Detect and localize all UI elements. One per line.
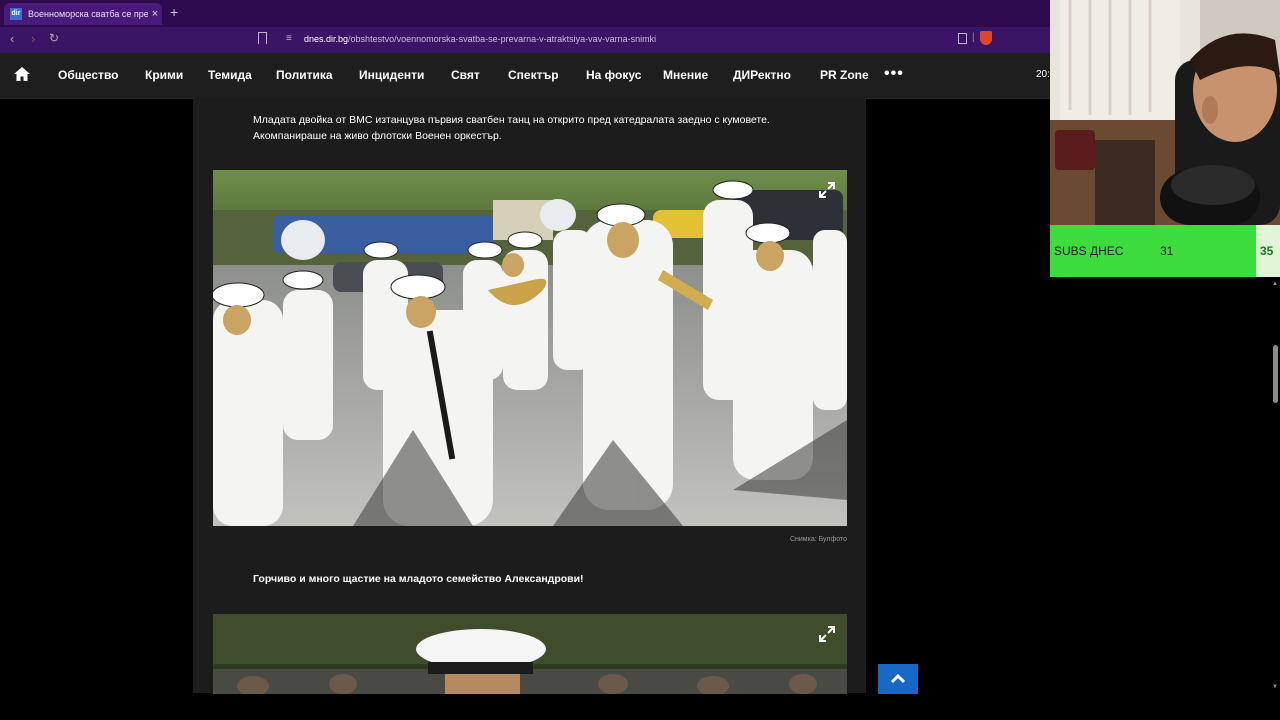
toolbar-divider: |: [972, 32, 975, 43]
site-favicon-icon: dir: [10, 8, 22, 20]
home-icon[interactable]: [13, 66, 31, 82]
subs-today-count: 31: [1160, 244, 1174, 258]
subs-counter-widget: SUBS ДНЕС 31 35: [1050, 225, 1280, 277]
tab-title: Военноморска сватба се прев...: [28, 9, 148, 19]
scroll-to-top-button[interactable]: [878, 664, 918, 694]
browser-nav-bar: ‹ › ↻ ≡ dnes.dir.bg/obshtestvo/voennomor…: [0, 27, 1050, 53]
menu-item-intsidenti[interactable]: Инциденти: [359, 68, 424, 82]
scroll-down-arrow-icon[interactable]: ▼: [1272, 684, 1278, 690]
menu-item-krimi[interactable]: Крими: [145, 68, 183, 82]
menu-item-direktno[interactable]: ДИРектно: [733, 68, 791, 82]
browser-tab-bar: dir Военноморска сватба се прев... × +: [0, 0, 1050, 27]
site-menu-bar: Общество Крими Темида Политика Инциденти…: [0, 53, 1050, 99]
new-tab-button[interactable]: +: [170, 4, 178, 20]
menu-item-temida[interactable]: Темида: [208, 68, 252, 82]
menu-item-mnenie[interactable]: Мнение: [663, 68, 708, 82]
webcam-feed: [1050, 0, 1280, 225]
menu-item-politika[interactable]: Политика: [276, 68, 333, 82]
menu-item-na-fokus[interactable]: На фокус: [586, 68, 641, 82]
brave-shield-icon[interactable]: [980, 31, 992, 45]
close-tab-icon[interactable]: ×: [148, 8, 162, 20]
naval-band-photo: [213, 170, 847, 526]
site-info-icon[interactable]: ≡: [286, 33, 292, 44]
chevron-up-icon: [890, 673, 906, 684]
page-scrollbar[interactable]: [1271, 280, 1280, 694]
browser-tab-active[interactable]: dir Военноморска сватба се прев... ×: [4, 3, 162, 25]
menu-item-obshtestvo[interactable]: Общество: [58, 68, 119, 82]
article-body: Младата двойка от ВМС изтанцува първия с…: [193, 98, 866, 694]
subs-label: SUBS ДНЕС: [1054, 244, 1124, 258]
officer-photo: [213, 614, 847, 694]
menu-item-svyat[interactable]: Свят: [451, 68, 480, 82]
more-menu-icon[interactable]: •••: [884, 65, 904, 83]
url-path: /obshtestvo/voennomorska-svatba-se-preva…: [348, 34, 657, 44]
url-host: dnes.dir.bg: [304, 34, 349, 44]
back-icon[interactable]: ‹: [10, 31, 14, 46]
expand-photo-icon[interactable]: [819, 182, 835, 198]
menu-item-spektar[interactable]: Спектър: [508, 68, 559, 82]
bookmark-icon[interactable]: [258, 32, 267, 44]
subs-goal-count: 35: [1260, 244, 1274, 258]
menu-item-pr-zone[interactable]: PR Zone: [820, 68, 869, 82]
page-scrollbar-thumb[interactable]: [1273, 345, 1278, 403]
address-bar[interactable]: ≡ dnes.dir.bg/obshtestvo/voennomorska-sv…: [258, 31, 998, 49]
reload-icon[interactable]: ↻: [49, 31, 59, 45]
webcam-overlay: [1050, 0, 1280, 225]
article-paragraph-greeting: Горчиво и много щастие на младото семейс…: [253, 573, 584, 585]
url-text[interactable]: dnes.dir.bg/obshtestvo/voennomorska-svat…: [304, 34, 656, 44]
photo-credit: Снимка: Булфото: [789, 536, 847, 543]
forward-icon[interactable]: ›: [31, 31, 35, 46]
scroll-up-arrow-icon[interactable]: ▲: [1272, 281, 1278, 287]
article-paragraph-dance: Младата двойка от ВМС изтанцува първия с…: [253, 114, 770, 142]
reader-mode-icon[interactable]: [958, 33, 967, 44]
header-clock: 20:: [1036, 69, 1050, 80]
article-photo-naval-band[interactable]: [213, 170, 847, 526]
expand-photo-icon[interactable]: [819, 626, 835, 642]
article-photo-officer[interactable]: [213, 614, 847, 694]
